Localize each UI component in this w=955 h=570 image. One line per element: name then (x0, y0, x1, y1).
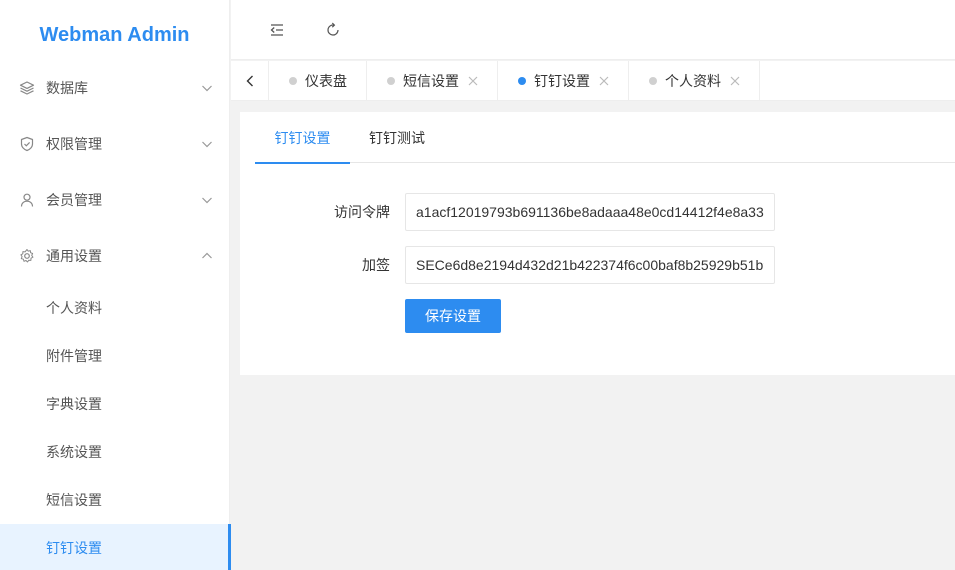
sidebar-item-label: 数据库 (46, 81, 88, 97)
sidebar-subitem-sms[interactable]: 短信设置 (0, 476, 230, 524)
sidebar-item-members[interactable]: 会员管理 (0, 172, 230, 228)
sidebar-subitem-label: 个人资料 (46, 301, 102, 317)
sidebar-subitem-label: 附件管理 (46, 349, 102, 365)
shield-icon (19, 136, 35, 152)
settings-card: 钉钉设置 钉钉测试 访问令牌 加签 保存设置 (240, 112, 955, 375)
sidebar-subitem-label: 字典设置 (46, 397, 102, 413)
save-settings-button[interactable]: 保存设置 (405, 299, 501, 333)
tab-status-dot (518, 77, 526, 85)
page-tabs-bar: 仪表盘 短信设置 钉钉设置 个人资料 (231, 61, 955, 101)
tab-dingtalk-config[interactable]: 钉钉设置 (255, 112, 350, 164)
tab-dashboard[interactable]: 仪表盘 (269, 61, 367, 101)
tab-dingtalk-settings[interactable]: 钉钉设置 (498, 61, 629, 101)
gear-icon (19, 248, 35, 264)
close-icon[interactable] (467, 75, 479, 87)
tabs-scroll-left-button[interactable] (231, 61, 269, 101)
tab-sms-settings[interactable]: 短信设置 (367, 61, 498, 101)
sidebar-subitem-dingtalk[interactable]: 钉钉设置 (0, 524, 231, 570)
sidebar-item-label: 权限管理 (46, 137, 102, 153)
chevron-left-icon (246, 75, 253, 87)
tab-dingtalk-test[interactable]: 钉钉测试 (369, 112, 429, 163)
token-label: 访问令牌 (334, 205, 390, 221)
sidebar-subitem-system[interactable]: 系统设置 (0, 428, 230, 476)
secret-input[interactable] (405, 246, 775, 284)
sidebar: Webman Admin 数据库 权限管理 会员管理 通用设置 个人资料 附件管… (0, 0, 231, 570)
tab-status-dot (649, 77, 657, 85)
close-icon[interactable] (598, 75, 610, 87)
sidebar-item-database[interactable]: 数据库 (0, 60, 230, 116)
chevron-down-icon (200, 193, 214, 207)
chevron-down-icon (200, 81, 214, 95)
tab-status-dot (387, 77, 395, 85)
chevron-down-icon (200, 137, 214, 151)
sidebar-item-permissions[interactable]: 权限管理 (0, 116, 230, 172)
tab-label: 钉钉设置 (534, 74, 590, 90)
sidebar-item-general-settings[interactable]: 通用设置 (0, 228, 230, 284)
menu-fold-icon[interactable] (267, 20, 287, 40)
content-tabs: 钉钉设置 钉钉测试 (255, 112, 955, 164)
top-header (231, 0, 955, 60)
sidebar-item-label: 会员管理 (46, 193, 102, 209)
refresh-icon[interactable] (323, 20, 343, 40)
sidebar-subitem-profile[interactable]: 个人资料 (0, 284, 230, 332)
form-row-secret: 加签 (240, 246, 955, 284)
secret-label: 加签 (362, 258, 390, 274)
close-icon[interactable] (729, 75, 741, 87)
sidebar-subitem-label: 钉钉设置 (46, 541, 102, 557)
tab-label: 钉钉测试 (369, 130, 425, 147)
tab-profile[interactable]: 个人资料 (629, 61, 760, 101)
tab-label: 短信设置 (403, 74, 459, 90)
chevron-up-icon (200, 249, 214, 263)
tab-label: 个人资料 (665, 74, 721, 90)
tab-label: 钉钉设置 (274, 130, 331, 147)
access-token-input[interactable] (405, 193, 775, 231)
sidebar-subitem-dictionary[interactable]: 字典设置 (0, 380, 230, 428)
sidebar-subitem-label: 系统设置 (46, 445, 102, 461)
sidebar-item-label: 通用设置 (46, 249, 102, 265)
tab-status-dot (289, 77, 297, 85)
layers-icon (19, 80, 35, 96)
tab-label: 仪表盘 (305, 74, 347, 90)
sidebar-subitem-label: 短信设置 (46, 493, 102, 509)
user-icon (19, 192, 35, 208)
form-row-token: 访问令牌 (240, 193, 955, 231)
sidebar-subitem-attachments[interactable]: 附件管理 (0, 332, 230, 380)
